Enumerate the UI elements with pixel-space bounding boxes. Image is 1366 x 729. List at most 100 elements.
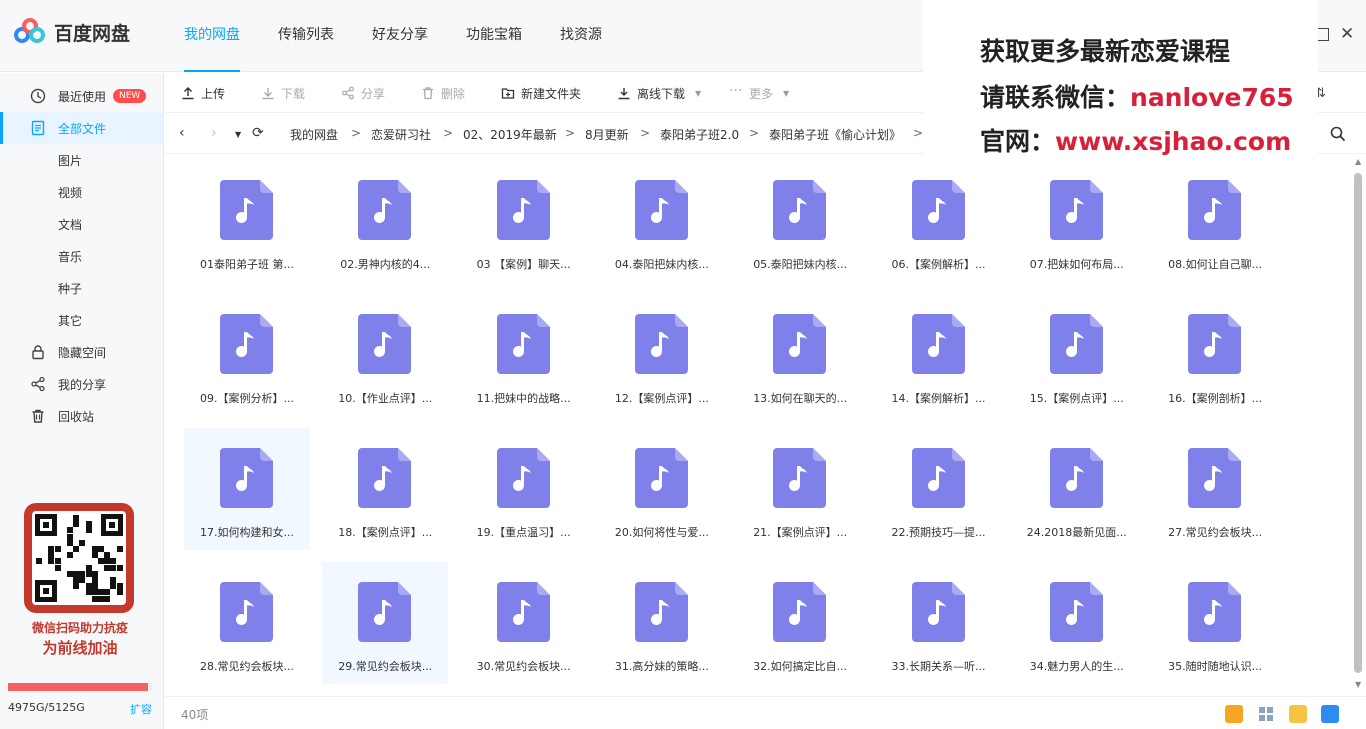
expand-storage-link[interactable]: 扩容	[130, 701, 152, 717]
music-file-icon	[1049, 582, 1103, 642]
file-item[interactable]: 30.常见约会板块...	[461, 562, 587, 684]
offline-download-label: 离线下载	[637, 86, 686, 101]
refresh-icon[interactable]: ⟳	[252, 125, 264, 141]
file-item[interactable]: 16.【案例剖析】...	[1152, 294, 1278, 416]
file-name: 31.高分妹的策略...	[614, 660, 709, 673]
file-item[interactable]: 28.常见约会板块...	[184, 562, 310, 684]
sidebar-item-recent[interactable]: 最近使用 NEW	[0, 80, 163, 112]
share-icon	[31, 376, 45, 392]
sidebar-item-music[interactable]: 音乐	[0, 240, 163, 272]
file-item[interactable]: 02.男神内核的4...	[322, 160, 448, 282]
tab-friend-share[interactable]: 好友分享	[372, 0, 428, 72]
medal-icon[interactable]	[1225, 705, 1243, 723]
file-item[interactable]: 20.如何将性与爱...	[599, 428, 725, 550]
file-item[interactable]: 34.魅力男人的生...	[1014, 562, 1140, 684]
tab-my-disk[interactable]: 我的网盘	[184, 0, 240, 72]
delete-button[interactable]: 删除	[421, 73, 465, 113]
tab-toolbox[interactable]: 功能宝箱	[466, 0, 522, 72]
baidu-cloud-icon	[14, 18, 46, 46]
upload-label: 上传	[201, 86, 226, 101]
music-file-icon	[1188, 448, 1242, 508]
new-folder-button[interactable]: 新建文件夹	[501, 73, 581, 113]
file-name: 28.常见约会板块...	[200, 660, 294, 673]
share-button[interactable]: 分享	[341, 73, 385, 113]
tab-transfer-list[interactable]: 传输列表	[278, 0, 334, 72]
file-item[interactable]: 19.【重点温习】...	[461, 428, 587, 550]
file-item[interactable]: 12.【案例点评】...	[599, 294, 725, 416]
file-item[interactable]: 35.随时随地认识...	[1152, 562, 1278, 684]
breadcrumb-item[interactable]: 泰阳弟子班2.0	[660, 126, 739, 143]
close-window-icon[interactable]: ✕	[1340, 24, 1354, 44]
music-file-icon	[1049, 180, 1103, 240]
file-item[interactable]: 27.常见约会板块...	[1152, 428, 1278, 550]
back-arrow-icon[interactable]: ‹	[179, 125, 185, 141]
file-item[interactable]: 06.【案例解析】...	[876, 160, 1002, 282]
lock-icon[interactable]	[1321, 705, 1339, 723]
file-item[interactable]: 07.把妹如何布局...	[1014, 160, 1140, 282]
breadcrumb-item[interactable]: 恋爱研习社	[371, 126, 431, 143]
file-item[interactable]: 33.长期关系—听...	[876, 562, 1002, 684]
file-item[interactable]: 01泰阳弟子班 第...	[184, 160, 310, 282]
sidebar-item-all-files[interactable]: 全部文件	[0, 112, 163, 144]
music-file-icon	[220, 448, 273, 508]
file-name: 04.泰阳把妹内核...	[614, 258, 709, 271]
file-item[interactable]: 09.【案例分析】...	[184, 294, 310, 416]
sidebar-item-recycle-bin[interactable]: 回收站	[0, 400, 163, 432]
file-item[interactable]: 08.如何让自己聊...	[1152, 160, 1278, 282]
overlay-line-1: 获取更多最新恋爱课程	[980, 37, 1231, 66]
music-file-icon	[496, 314, 550, 374]
file-name: 11.把妹中的战略...	[476, 392, 571, 405]
breadcrumb-item[interactable]: 8月更新	[585, 126, 629, 143]
music-file-icon	[496, 448, 550, 508]
qr-code-icon	[32, 511, 126, 605]
sidebar-item-torrents[interactable]: 种子	[0, 272, 163, 304]
file-item[interactable]: 05.泰阳把妹内核...	[737, 160, 863, 282]
offline-download-button[interactable]: 离线下载 ▼	[617, 73, 701, 113]
sidebar-label-documents: 文档	[58, 217, 83, 232]
overlay-line-3: 官网：www.xsjhao.com	[980, 122, 1291, 158]
sidebar-item-pictures[interactable]: 图片	[0, 144, 163, 176]
sidebar-item-documents[interactable]: 文档	[0, 208, 163, 240]
delete-label: 删除	[441, 86, 466, 101]
promo-banner[interactable]: 微信扫码助力抗疫 为前线加油	[14, 503, 154, 663]
file-item[interactable]: 04.泰阳把妹内核...	[599, 160, 725, 282]
scroll-down-icon[interactable]: ▼	[1355, 680, 1361, 689]
search-icon[interactable]	[1329, 125, 1347, 143]
download-button[interactable]: 下载	[261, 73, 305, 113]
file-item[interactable]: 03 【案例】聊天...	[461, 160, 587, 282]
upload-folder-icon[interactable]	[1289, 705, 1307, 723]
file-grid: 01泰阳弟子班 第... 02.男神内核的4... 03 【案例】聊天... 04.泰…	[165, 160, 1351, 695]
breadcrumb-item-current[interactable]: 泰阳弟子班《愉心计划》	[769, 126, 901, 143]
file-item[interactable]: 31.高分妹的策略...	[599, 562, 725, 684]
sidebar-item-hidden-space[interactable]: 隐藏空间	[0, 336, 163, 368]
file-item[interactable]: 10.【作业点评】...	[322, 294, 448, 416]
breadcrumb-item[interactable]: 02、2019年最新	[463, 126, 557, 143]
music-file-icon	[773, 180, 827, 240]
chevron-down-icon: ▼	[695, 88, 702, 98]
file-item[interactable]: 29.常见约会板块...	[322, 562, 449, 684]
breadcrumb-item[interactable]: 我的网盘	[290, 126, 338, 143]
history-dropdown-icon[interactable]: ▼	[235, 130, 241, 139]
forward-arrow-icon[interactable]: ›	[211, 125, 217, 141]
scroll-up-icon[interactable]: ▲	[1355, 157, 1361, 166]
file-item[interactable]: 18.【案例点评】...	[322, 428, 448, 550]
file-item[interactable]: 32.如何搞定比自...	[737, 562, 863, 684]
apps-grid-icon[interactable]	[1257, 705, 1275, 723]
file-item[interactable]: 15.【案例点评】...	[1014, 294, 1140, 416]
tab-find-resources[interactable]: 找资源	[560, 0, 602, 72]
file-item[interactable]: 13.如何在聊天的...	[737, 294, 863, 416]
scrollbar-thumb[interactable]	[1354, 173, 1362, 673]
file-item[interactable]: 24.2018最新见面...	[1014, 428, 1140, 550]
file-item[interactable]: 11.把妹中的战略...	[461, 294, 587, 416]
sidebar-item-videos[interactable]: 视频	[0, 176, 163, 208]
more-button[interactable]: ··· 更多 ▼	[729, 73, 789, 113]
file-item[interactable]: 21.【案例点评】...	[737, 428, 863, 550]
file-item[interactable]: 17.如何构建和女...	[184, 428, 310, 550]
music-file-icon	[496, 180, 550, 240]
sidebar-item-my-share[interactable]: 我的分享	[0, 368, 163, 400]
file-item[interactable]: 22.预期技巧—提...	[876, 428, 1002, 550]
sidebar-item-other[interactable]: 其它	[0, 304, 163, 336]
upload-button[interactable]: 上传	[181, 73, 225, 113]
vertical-scrollbar[interactable]: ▲ ▼	[1351, 155, 1366, 695]
file-item[interactable]: 14.【案例解析】...	[876, 294, 1002, 416]
